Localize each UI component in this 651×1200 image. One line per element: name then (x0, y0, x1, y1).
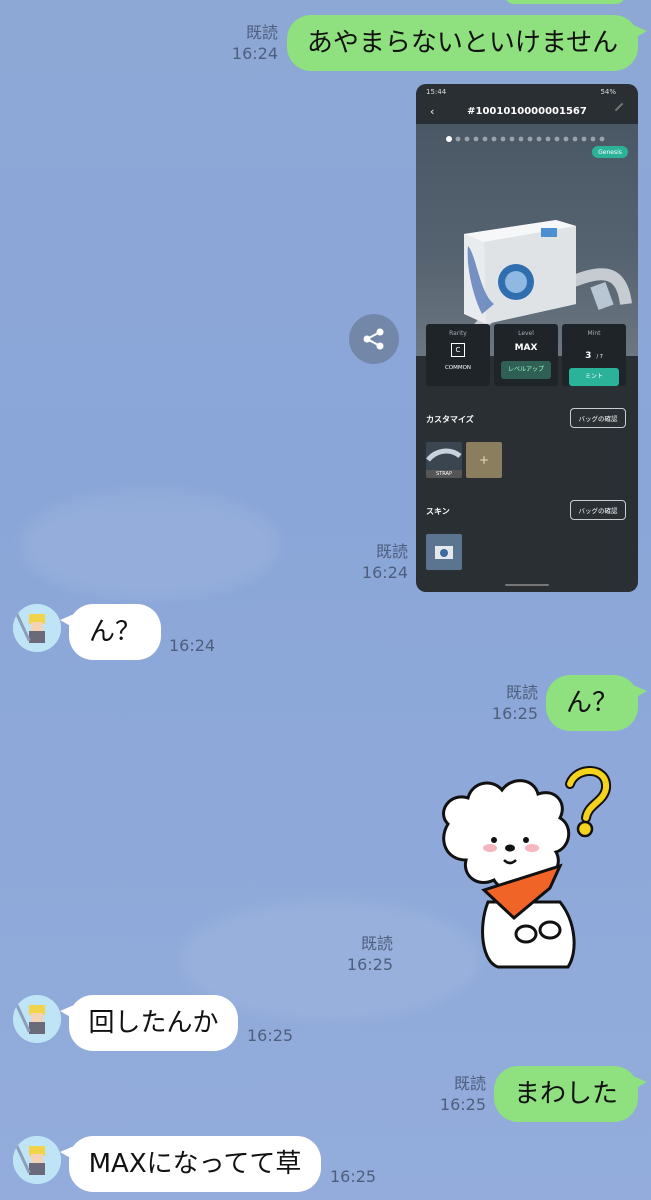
avatar[interactable] (13, 1136, 61, 1184)
read-label: 既読 (360, 934, 393, 953)
status-time: 15:44 (426, 88, 447, 96)
message-bubble-incoming[interactable]: 回したんか (60, 995, 238, 1051)
mint-card: Mint 3 / 7 ミント (562, 324, 626, 386)
mint-value: 3 (585, 351, 592, 361)
level-up-button[interactable]: レベルアップ (501, 361, 551, 379)
timestamp: 16:25 (491, 704, 538, 723)
skin-bag-label: バッグの確認 (578, 507, 618, 515)
pixel-hero-avatar-icon (13, 1136, 61, 1184)
message-text: ん？ (565, 688, 618, 718)
strap-label: STRAP (426, 470, 462, 478)
avatar[interactable] (13, 995, 61, 1043)
customize-heading: カスタマイズ (426, 415, 474, 424)
mint-max: / 7 (596, 354, 603, 360)
background-cloud (20, 490, 280, 600)
skin-slot[interactable] (426, 534, 462, 570)
level-up-label: レベルアップ (507, 366, 544, 373)
message-text: 回したんか (88, 1008, 219, 1038)
timestamp: 16:25 (330, 1167, 377, 1186)
camera-thumbnail-icon (435, 546, 453, 559)
read-receipt: 既読 16:25 (335, 933, 393, 975)
read-receipt: 既読 16:25 (480, 682, 538, 724)
strap-slot[interactable]: STRAP (426, 442, 462, 478)
share-icon (363, 328, 384, 350)
customize-bag-button[interactable]: バッグの確認 (570, 408, 626, 428)
rarity-value: COMMON (444, 365, 472, 371)
rarity-icon: C (451, 343, 465, 357)
read-receipt: 既読 16:25 (428, 1073, 486, 1115)
level-label: Level (518, 330, 534, 337)
level-value: MAX (514, 343, 538, 353)
mint-button[interactable]: ミント (569, 368, 619, 386)
timestamp: 16:25 (346, 955, 393, 974)
avatar[interactable] (13, 604, 61, 652)
skin-heading: スキン (426, 507, 450, 516)
message-text: あやまらないといけません (306, 28, 619, 58)
cut-off-bubble (505, 0, 625, 4)
rarity-label: Rarity (449, 330, 467, 337)
image-message-screenshot[interactable]: 15:44 54% ‹ #1001010000001567 Genesis Ra… (416, 84, 638, 592)
read-label: 既読 (505, 683, 538, 702)
read-label: 既読 (245, 23, 278, 42)
message-text: まわした (513, 1079, 618, 1109)
strap-icon (426, 448, 462, 462)
message-bubble-incoming[interactable]: MAXになってて草 (60, 1136, 321, 1192)
read-receipt: 既読 16:24 (220, 22, 278, 64)
rarity-card: Rarity C COMMON (426, 324, 490, 386)
phone-status-bar: 15:44 54% (416, 84, 638, 98)
message-bubble-incoming[interactable]: ん？ (60, 604, 161, 660)
item-title: #1001010000001567 (467, 106, 587, 117)
message-bubble-outgoing[interactable]: ん？ (546, 675, 647, 731)
message-text: MAXになってて草 (88, 1149, 302, 1179)
read-label: 既読 (375, 542, 408, 561)
timestamp: 16:25 (439, 1095, 486, 1114)
message-text: ん？ (88, 617, 141, 647)
mint-button-label: ミント (584, 373, 603, 380)
read-receipt: 既読 16:24 (350, 541, 408, 583)
pixel-hero-avatar-icon (13, 995, 61, 1043)
mint-label: Mint (587, 330, 601, 337)
item-image-area: Genesis (416, 124, 638, 356)
white-dog-question-sticker[interactable] (428, 762, 628, 972)
skin-bag-button[interactable]: バッグの確認 (570, 500, 626, 520)
status-battery: 54% (600, 88, 616, 96)
rarity-icon-letter: C (455, 346, 461, 354)
timestamp: 16:24 (169, 636, 216, 655)
pixel-hero-avatar-icon (13, 604, 61, 652)
level-card: Level MAX レベルアップ (494, 324, 558, 386)
home-indicator (505, 584, 549, 586)
carousel-dots (446, 136, 605, 142)
customize-bag-label: バッグの確認 (578, 415, 618, 423)
share-button[interactable] (349, 314, 399, 364)
message-bubble-outgoing[interactable]: あやまらないといけません (287, 15, 647, 71)
add-slot-button[interactable]: + (466, 442, 502, 478)
timestamp: 16:25 (247, 1026, 294, 1045)
timestamp: 16:24 (361, 563, 408, 582)
read-label: 既読 (453, 1074, 486, 1093)
message-bubble-outgoing[interactable]: まわした (494, 1066, 647, 1122)
mint-count: 3 / 7 (562, 343, 626, 362)
timestamp: 16:24 (231, 44, 278, 63)
